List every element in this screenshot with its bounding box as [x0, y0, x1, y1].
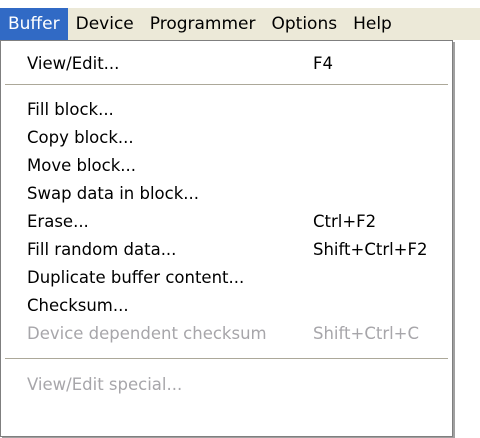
buffer-dropdown-menu: View/Edit... F4 Fill block... Copy block… [0, 40, 453, 437]
menu-item-fill-block[interactable]: Fill block... [1, 96, 452, 124]
menu-item-label: Duplicate buffer content... [27, 268, 245, 287]
menu-separator [5, 358, 448, 360]
menu-item-erase[interactable]: Erase... Ctrl+F2 [1, 208, 452, 236]
menu-item-duplicate[interactable]: Duplicate buffer content... [1, 264, 452, 292]
menu-item-label: Swap data in block... [27, 184, 200, 203]
menu-item-label: Fill block... [27, 100, 114, 119]
menu-options[interactable]: Options [264, 8, 346, 40]
menu-item-label: Device dependent checksum [27, 324, 267, 343]
menu-bar: Buffer Device Programmer Options Help [0, 8, 480, 40]
menu-item-view-edit[interactable]: View/Edit... F4 [1, 50, 452, 78]
menu-separator [5, 84, 448, 86]
menu-item-label: Copy block... [27, 128, 134, 147]
menu-device[interactable]: Device [68, 8, 142, 40]
menu-item-view-edit-special: View/Edit special... [1, 371, 452, 399]
menu-help-label: Help [353, 14, 392, 34]
menu-item-shortcut: Ctrl+F2 [313, 212, 377, 231]
menu-item-swap-data[interactable]: Swap data in block... [1, 180, 452, 208]
menu-item-move-block[interactable]: Move block... [1, 152, 452, 180]
menu-item-label: Move block... [27, 156, 137, 175]
menu-item-copy-block[interactable]: Copy block... [1, 124, 452, 152]
menu-item-shortcut: F4 [313, 54, 333, 73]
partial-text-clip [0, 0, 480, 8]
menu-programmer-label: Programmer [149, 14, 256, 34]
menu-buffer[interactable]: Buffer [0, 8, 68, 40]
menu-item-shortcut: Shift+Ctrl+C [313, 324, 420, 343]
menu-item-label: View/Edit... [27, 54, 120, 73]
menu-programmer[interactable]: Programmer [142, 8, 264, 40]
menu-options-label: Options [271, 14, 338, 34]
menu-item-label: Erase... [27, 212, 89, 231]
menu-item-label: View/Edit special... [27, 375, 183, 394]
menu-device-label: Device [75, 14, 134, 34]
menu-item-device-checksum: Device dependent checksum Shift+Ctrl+C [1, 320, 452, 348]
menu-item-label: Checksum... [27, 296, 129, 315]
menu-help[interactable]: Help [345, 8, 400, 40]
menu-buffer-label: Buffer [8, 14, 60, 34]
menu-item-fill-random[interactable]: Fill random data... Shift+Ctrl+F2 [1, 236, 452, 264]
menu-item-shortcut: Shift+Ctrl+F2 [313, 240, 428, 259]
menu-item-label: Fill random data... [27, 240, 177, 259]
menu-item-checksum[interactable]: Checksum... [1, 292, 452, 320]
